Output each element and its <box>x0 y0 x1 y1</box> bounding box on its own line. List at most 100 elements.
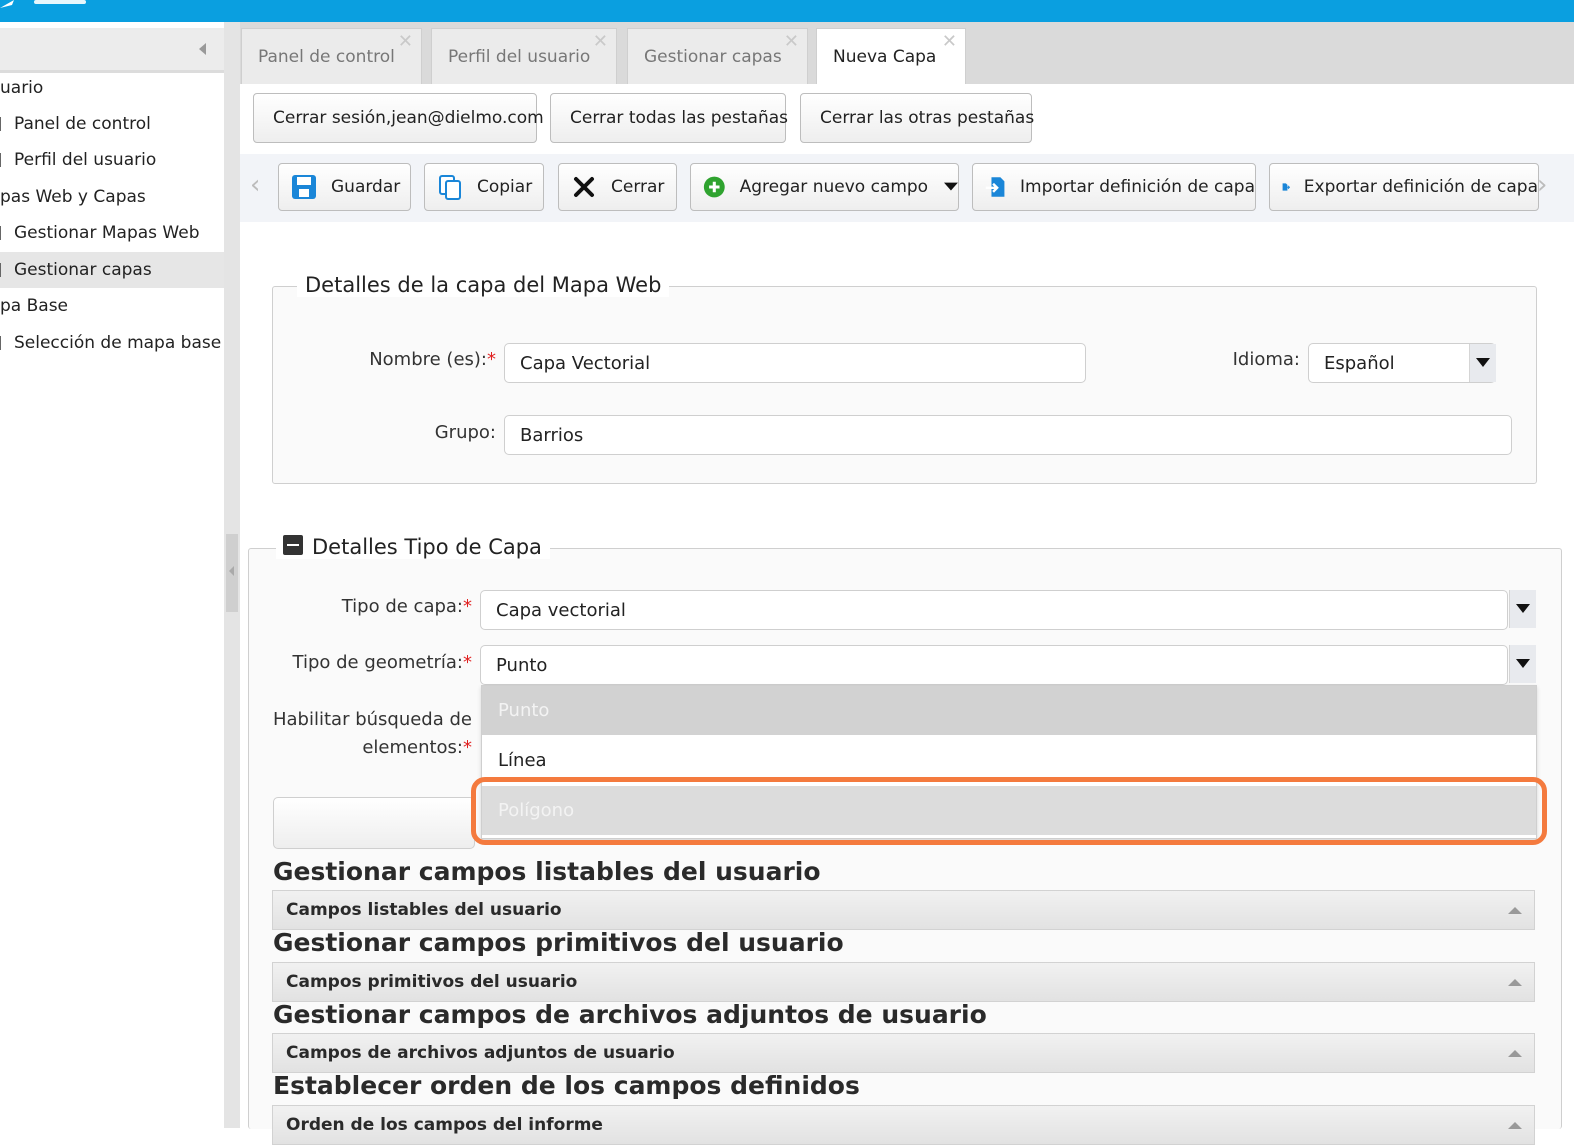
close-all-tabs-button[interactable]: Cerrar todas las pestañas <box>550 93 788 143</box>
app-header-bar <box>0 0 1574 22</box>
layer-type-select[interactable]: Capa vectorial <box>480 590 1508 630</box>
geometry-type-dropdown-caret-icon[interactable] <box>1509 645 1536 683</box>
button-label: Guardar <box>331 177 401 197</box>
panel-field-order[interactable]: Orden de los campos del informe <box>272 1105 1535 1145</box>
panel-label: Campos de archivos adjuntos de usuario <box>286 1043 675 1063</box>
required-mark: * <box>487 349 496 370</box>
required-mark: * <box>463 596 472 617</box>
sidebar-item-seleccion-de-mapa-base[interactable]: Selección de mapa base <box>0 325 224 361</box>
close-tab-icon[interactable]: ✕ <box>942 31 957 52</box>
chevron-left-icon[interactable] <box>196 40 210 58</box>
name-input[interactable]: Capa Vectorial <box>504 343 1086 383</box>
required-mark: * <box>463 737 472 758</box>
enable-search-label: Habilitar búsqueda de elementos:* <box>250 706 472 762</box>
geometry-option-poligono[interactable]: Polígono <box>482 786 1536 835</box>
close-button[interactable]: Cerrar <box>558 163 677 211</box>
sidebar-item-label: Panel de control <box>14 114 151 134</box>
geometry-type-label: Tipo de geometría:* <box>250 652 473 673</box>
export-icon <box>1282 183 1290 191</box>
language-select[interactable]: Español <box>1308 343 1496 383</box>
sidebar-group-mapa-base[interactable]: pa Base <box>0 288 224 324</box>
sidebar-item-label: pa Base <box>0 296 69 316</box>
sidebar-item-label: uario <box>0 78 44 98</box>
sidebar-item-perfil-del-usuario[interactable]: Perfil del usuario <box>0 142 224 178</box>
import-icon <box>985 177 1005 197</box>
close-x-icon <box>574 177 594 197</box>
enable-search-toggle[interactable] <box>273 797 475 849</box>
section-title-primitive-fields: Gestionar campos primitivos del usuario <box>273 928 844 957</box>
panel-label: Campos primitivos del usuario <box>286 972 578 992</box>
select-value: Punto <box>496 654 548 676</box>
caret-up-icon <box>1508 907 1522 914</box>
tab-panel-de-control[interactable]: Panel de control ✕ <box>241 28 422 84</box>
language-label: Idioma: <box>1232 349 1300 370</box>
export-definition-button[interactable]: Exportar definición de capa <box>1269 163 1539 211</box>
tab-strip: Panel de control ✕ Perfil del usuario ✕ Ge… <box>240 22 1574 84</box>
button-label: Exportar definición de capa <box>1303 177 1538 197</box>
sidebar-item-label: Gestionar Mapas Web <box>14 223 200 243</box>
caret-up-icon <box>1508 979 1522 986</box>
geometry-option-punto[interactable]: Punto <box>482 686 1536 735</box>
name-label: Nombre (es):* <box>340 349 496 370</box>
tab-perfil-del-usuario[interactable]: Perfil del usuario ✕ <box>431 28 617 84</box>
sidebar-item-gestionar-mapas-web[interactable]: Gestionar Mapas Web <box>0 215 224 251</box>
sidebar-item-label: Selección de mapa base <box>14 333 222 353</box>
geometry-option-linea[interactable]: Línea <box>482 736 1536 785</box>
add-field-button[interactable]: Agregar nuevo campo <box>690 163 959 211</box>
scroll-left-icon[interactable]: ‹ <box>250 170 260 200</box>
session-bar: Cerrar sesión,jean@dielmo.com Cerrar tod… <box>240 84 1574 154</box>
group-label: Grupo: <box>434 422 496 443</box>
panel-primitive-fields[interactable]: Campos primitivos del usuario <box>272 962 1535 1002</box>
close-tab-icon[interactable]: ✕ <box>398 31 413 52</box>
label-text: Tipo de geometría: <box>292 652 464 673</box>
button-label: Copiar <box>477 177 533 197</box>
language-dropdown-caret-icon[interactable] <box>1469 344 1496 382</box>
sidebar-header <box>0 28 224 73</box>
logout-button[interactable]: Cerrar sesión,jean@dielmo.com <box>253 93 544 143</box>
splitter-handle[interactable] <box>226 534 238 612</box>
label-text: Tipo de capa: <box>341 596 463 617</box>
chevron-left-icon <box>229 566 234 576</box>
copy-icon <box>439 175 461 200</box>
tab-label: Nueva Capa <box>833 47 937 67</box>
panel-listable-fields[interactable]: Campos listables del usuario <box>272 890 1535 930</box>
section-title-attachment-fields: Gestionar campos de archivos adjuntos de… <box>273 1000 987 1029</box>
caret-up-icon <box>1508 1050 1522 1057</box>
sidebar-item-label: pas Web y Capas <box>0 187 146 207</box>
tab-gestionar-capas[interactable]: Gestionar capas ✕ <box>627 28 808 84</box>
button-label: Cerrar todas las pestañas <box>570 108 788 128</box>
tab-nueva-capa[interactable]: Nueva Capa ✕ <box>816 28 966 84</box>
tab-label: Gestionar capas <box>644 47 782 67</box>
panel-attachment-fields[interactable]: Campos de archivos adjuntos de usuario <box>272 1033 1535 1073</box>
geometry-type-select[interactable]: Punto <box>480 645 1508 685</box>
caret-down-icon <box>944 182 958 191</box>
layer-type-dropdown-caret-icon[interactable] <box>1509 590 1536 628</box>
panel-label: Campos listables del usuario <box>286 900 562 920</box>
app-logo-icon <box>0 0 86 8</box>
save-button[interactable]: Guardar <box>278 163 411 211</box>
close-other-tabs-button[interactable]: Cerrar las otras pestañas <box>800 93 1035 143</box>
layer-details-legend: Detalles de la capa del Mapa Web <box>297 273 670 297</box>
label-line: elementos: <box>362 737 463 758</box>
group-input[interactable]: Barrios <box>504 415 1512 455</box>
close-tab-icon[interactable]: ✕ <box>593 31 608 52</box>
import-definition-button[interactable]: Importar definición de capa <box>972 163 1256 211</box>
sidebar-splitter[interactable] <box>224 22 240 1128</box>
sidebar-group-mapas-web-y-capas[interactable]: pas Web y Capas <box>0 179 224 215</box>
copy-button[interactable]: Copiar <box>424 163 544 211</box>
sidebar-item-panel-de-control[interactable]: Panel de control <box>0 106 224 142</box>
geometry-type-dropdown-list: Punto Línea Polígono <box>481 685 1537 839</box>
button-label: Agregar nuevo campo <box>739 177 929 197</box>
layer-type-label: Tipo de capa:* <box>280 596 472 617</box>
section-title-listable-fields: Gestionar campos listables del usuario <box>273 857 821 886</box>
sidebar: uario Panel de control Perfil del usuari… <box>0 22 224 1128</box>
button-label: Cerrar sesión,jean@dielmo.com <box>273 108 544 128</box>
close-tab-icon[interactable]: ✕ <box>784 31 799 52</box>
label-text: Nombre (es): <box>369 349 487 370</box>
button-label: Cerrar las otras pestañas <box>820 108 1035 128</box>
sidebar-item-gestionar-capas[interactable]: Gestionar capas <box>0 252 224 288</box>
scroll-right-icon[interactable]: › <box>1537 170 1547 200</box>
panel-label: Orden de los campos del informe <box>286 1115 603 1135</box>
sidebar-group-usuario[interactable]: uario <box>0 70 224 106</box>
collapse-minus-icon[interactable] <box>283 535 303 555</box>
